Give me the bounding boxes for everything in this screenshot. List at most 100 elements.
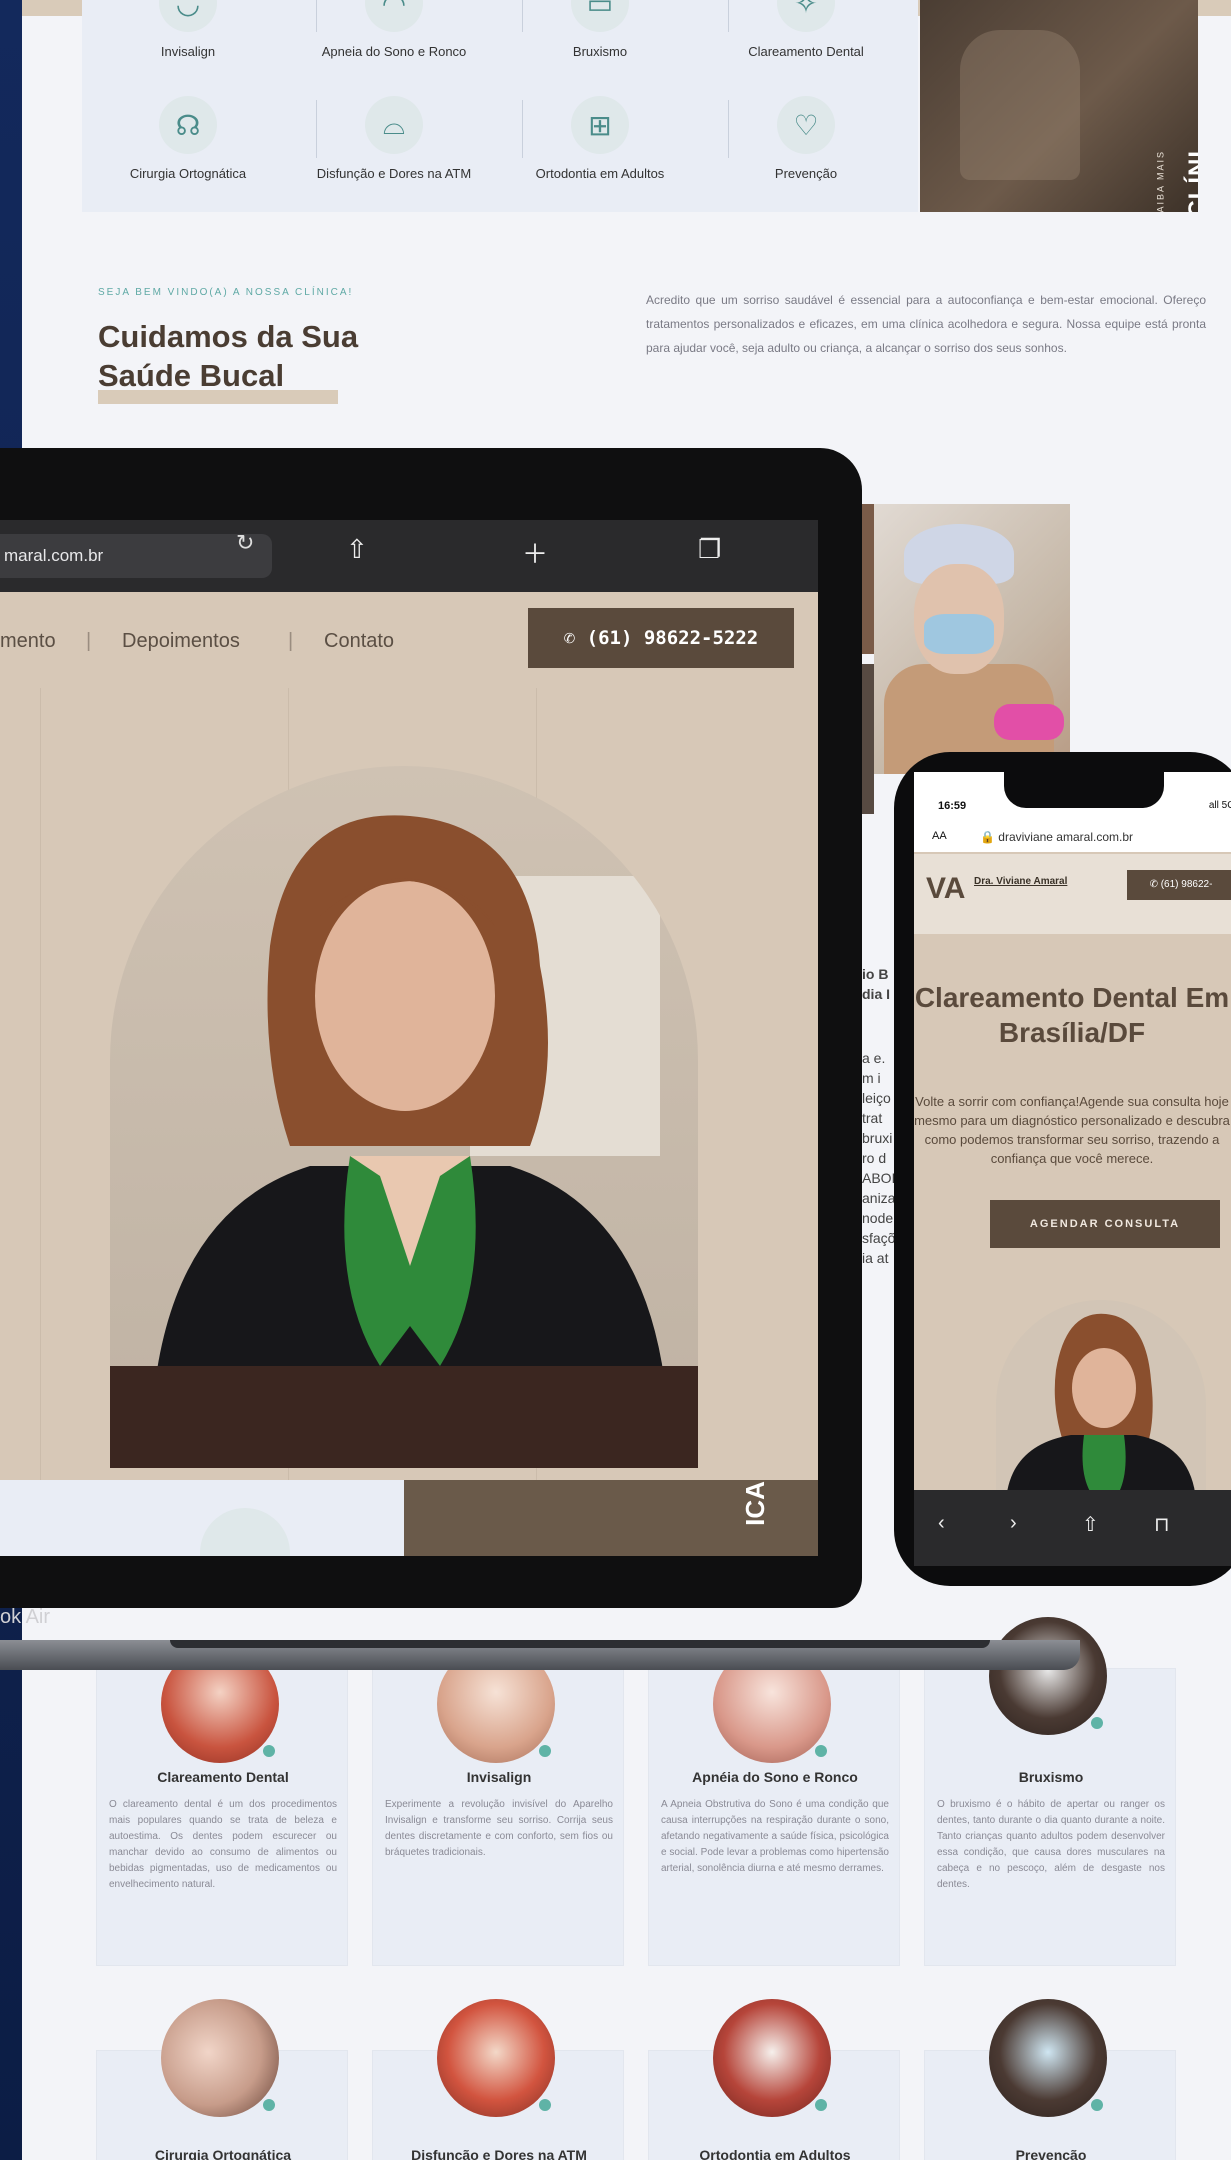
back-icon[interactable]: ‹ [938, 1512, 945, 1535]
laptop-screen: maral.com.br ↻ ⇧ ＋ ❐ mento | Depoimentos… [0, 520, 818, 1556]
schedule-button[interactable]: AGENDAR CONSULTA [990, 1200, 1220, 1248]
card-dot [263, 1745, 275, 1757]
desk [110, 1366, 698, 1468]
nav-item-depoimentos[interactable]: Depoimentos [122, 630, 240, 653]
phone-site-header: VA Dra. Viviane Amaral ✆ (61) 98622- [914, 854, 1231, 934]
about-subtitle: SAIBA MAIS [1156, 150, 1166, 212]
tabs-icon[interactable]: ❐ [698, 534, 721, 565]
aligner-icon: ◡ [159, 0, 217, 32]
braces-icon: ⊞ [571, 96, 629, 154]
service-card[interactable]: Invisalign Experimente a revolução invis… [372, 1645, 624, 1966]
service-card[interactable]: Prevenção [924, 1999, 1176, 2160]
about-clinic-card[interactable]: SOBRE A CLÍNI SAIBA MAIS [920, 0, 1198, 212]
clinic-photo [960, 30, 1080, 180]
new-tab-icon[interactable]: ＋ [522, 534, 548, 571]
card-text: A Apneia Obstrutiva do Sono é uma condiç… [661, 1799, 889, 1874]
status-time: 16:59 [938, 800, 967, 812]
welcome-text: Acredito que um sorriso saudável é essen… [646, 293, 1206, 355]
doctor-figure [150, 815, 670, 1466]
service-ortodontia[interactable]: ⊞ Ortodontia em Adultos [500, 96, 700, 181]
service-cirurgia[interactable]: ☊ Cirurgia Ortognática [88, 96, 288, 181]
bookmarks-icon[interactable]: ⊓ [1154, 1512, 1170, 1537]
teaser-text: ICA [740, 1481, 771, 1526]
service-card[interactable]: Bruxismo O bruxismo é o hábito de aperta… [924, 1617, 1176, 1966]
nav-item-tratamento[interactable]: mento [0, 630, 56, 653]
service-atm[interactable]: ⌓ Disfunção e Dores na ATM [294, 96, 494, 181]
share-icon[interactable]: ⇧ [346, 534, 368, 565]
doctor-figure-small [1006, 1313, 1196, 1500]
phone-browser-bar: ‹ › ⇧ ⊓ [914, 1490, 1231, 1566]
services-grid: ◡ Invisalign ◠ Apneia do Sono e Ronco ▭ … [82, 0, 918, 212]
laptop-model-label: ok Air [0, 1606, 51, 1628]
bg-text: bruxi [862, 1130, 893, 1146]
card-text: Experimente a revolução invisível do Apa… [385, 1799, 613, 1858]
welcome-title: Cuidamos da Sua Saúde Bucal [98, 319, 359, 393]
phone-call-button[interactable]: ✆ (61) 98622- [1127, 870, 1231, 900]
card-dot [263, 2099, 275, 2111]
phone-screen: 16:59 all 5G AA 🔒 draviviane amaral.com.… [914, 772, 1231, 1566]
service-prevencao[interactable]: ♡ Prevenção [706, 96, 906, 181]
share-icon[interactable]: ⇧ [1082, 1512, 1099, 1537]
card-image [713, 1999, 831, 2117]
card-title: Prevenção [1015, 2147, 1087, 2160]
card-title: Disfunção e Dores na ATM [411, 2147, 587, 2160]
card-dot [539, 1745, 551, 1757]
bg-text: aniza [862, 1190, 896, 1206]
mouthguard-icon: ⌓ [365, 96, 423, 154]
nav-separator: | [288, 630, 294, 652]
nav-item-contato[interactable]: Contato [324, 630, 394, 653]
doctor-portrait [110, 766, 698, 1468]
bg-text: ia at [862, 1250, 889, 1266]
laptop-bottom-strip: ICA [0, 1480, 818, 1556]
url-text: maral.com.br [4, 546, 104, 565]
service-bruxismo[interactable]: ▭ Bruxismo [500, 0, 700, 59]
browser-toolbar: maral.com.br ↻ ⇧ ＋ ❐ [0, 520, 818, 592]
column-line [40, 688, 41, 1488]
bg-text: ro d [862, 1150, 887, 1166]
card-image [989, 1999, 1107, 2117]
card-title: Cirurgia Ortognática [154, 2147, 292, 2160]
card-dot [815, 1745, 827, 1757]
welcome-kicker: SEJA BEM VINDO(A) A NOSSA CLÍNICA! [98, 287, 354, 298]
service-card[interactable]: Cirurgia Ortognática [96, 1999, 348, 2160]
card-title: Clareamento Dental [157, 1769, 289, 1785]
phone-status-bar: 16:59 all 5G AA 🔒 draviviane amaral.com.… [914, 772, 1231, 852]
tooth-icon [200, 1508, 290, 1556]
bg-text: io B [862, 966, 889, 982]
bg-text: sfaçõ [862, 1230, 896, 1246]
service-clareamento[interactable]: ✧ Clareamento Dental [706, 0, 906, 59]
reload-icon[interactable]: ↻ [236, 530, 254, 556]
background-photo [862, 664, 874, 814]
whitening-icon: ✧ [777, 0, 835, 32]
reader-button[interactable]: AA [932, 830, 947, 842]
card-dot [539, 2099, 551, 2111]
service-card[interactable]: Ortodontia em Adultos [648, 1999, 900, 2160]
bg-text: dia I [862, 986, 891, 1002]
jaw-icon: ☊ [159, 96, 217, 154]
card-image [989, 1617, 1107, 1735]
service-card[interactable]: Apnéia do Sono e Ronco A Apneia Obstruti… [648, 1645, 900, 1966]
nav-separator: | [86, 630, 92, 652]
whatsapp-phone-button[interactable]: ✆ (61) 98622-5222 [528, 608, 794, 668]
phone-paragraph: Volte a sorrir com confiança!Agende sua … [914, 1094, 1230, 1166]
forward-icon[interactable]: › [1010, 1512, 1017, 1535]
dentist-photo [874, 504, 1070, 774]
bg-text: node [862, 1210, 894, 1226]
service-apneia[interactable]: ◠ Apneia do Sono e Ronco [294, 0, 494, 59]
card-dot [1091, 1717, 1103, 1729]
phone-address-bar[interactable]: 🔒 draviviane amaral.com.br [980, 830, 1133, 844]
service-card[interactable]: Disfunção e Dores na ATM [372, 1999, 624, 2160]
photo-shape [924, 614, 994, 654]
card-image [437, 1999, 555, 2117]
service-invisalign[interactable]: ◡ Invisalign [88, 0, 288, 59]
about-title: SOBRE A CLÍNI [1184, 150, 1198, 212]
phone-portrait [996, 1300, 1206, 1500]
address-bar[interactable]: maral.com.br [0, 534, 272, 578]
teeth-grind-icon: ▭ [571, 0, 629, 32]
bg-text: a e. [862, 1050, 886, 1066]
card-image [161, 1999, 279, 2117]
laptop-notch [170, 1640, 990, 1648]
tooth-shield-icon: ♡ [777, 96, 835, 154]
logo[interactable]: VA [926, 872, 965, 906]
service-card[interactable]: Clareamento Dental O clareamento dental … [96, 1645, 348, 1966]
